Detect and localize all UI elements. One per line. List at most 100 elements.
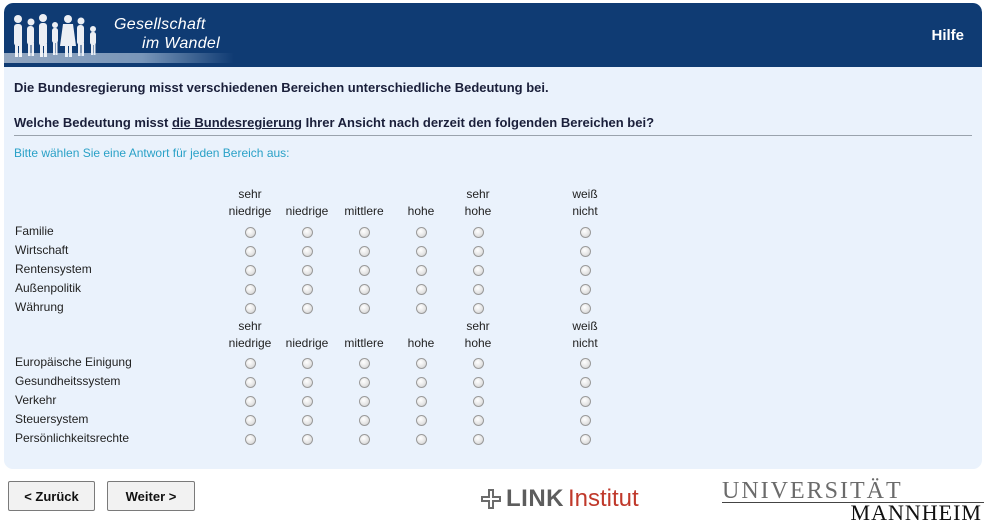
radio-a-2-1[interactable] (245, 246, 256, 257)
radio-a-1-2[interactable] (302, 227, 313, 238)
radio-b-2-1[interactable] (245, 377, 256, 388)
radio-b-4-2[interactable] (302, 415, 313, 426)
radio-b-1-5[interactable] (473, 358, 484, 369)
column-header-line2: nicht (572, 204, 598, 218)
radio-a-4-1[interactable] (245, 284, 256, 295)
column-header-5: sehr hohe (448, 186, 508, 220)
radio-b-2-5[interactable] (473, 377, 484, 388)
radio-b-2-2[interactable] (302, 377, 313, 388)
radio-b-1-1[interactable] (245, 358, 256, 369)
radio-a-4-2[interactable] (302, 284, 313, 295)
column-header-line2: hohe (464, 204, 492, 218)
radio-b-3-5[interactable] (473, 396, 484, 407)
radio-b-5-6[interactable] (580, 434, 591, 445)
column-header-line1 (391, 318, 451, 335)
radio-a-5-2[interactable] (302, 303, 313, 314)
row-label-a-4: Außenpolitik (15, 281, 82, 295)
row-label-b-2: Gesundheitssystem (15, 374, 121, 388)
radio-a-3-5[interactable] (473, 265, 484, 276)
radio-b-5-2[interactable] (302, 434, 313, 445)
radio-b-4-5[interactable] (473, 415, 484, 426)
column-header-line2: hohe (407, 336, 435, 350)
column-header-3: mittlere (334, 318, 394, 352)
radio-a-3-3[interactable] (359, 265, 370, 276)
radio-b-4-1[interactable] (245, 415, 256, 426)
radio-b-2-4[interactable] (416, 377, 427, 388)
radio-a-1-6[interactable] (580, 227, 591, 238)
radio-a-5-4[interactable] (416, 303, 427, 314)
column-header-4: hohe (391, 318, 451, 352)
column-header-line1: sehr (466, 187, 490, 201)
row-label-a-2: Wirtschaft (15, 243, 69, 257)
column-header-line2: mittlere (344, 336, 384, 350)
radio-b-4-3[interactable] (359, 415, 370, 426)
column-header-line2: niedrige (228, 336, 272, 350)
question-text: Welche Bedeutung misst die Bundesregieru… (14, 115, 654, 130)
intro-text: Die Bundesregierung misst verschiedenen … (14, 80, 549, 95)
question-part-before: Welche Bedeutung misst (14, 115, 172, 130)
radio-b-1-4[interactable] (416, 358, 427, 369)
radio-a-4-3[interactable] (359, 284, 370, 295)
link-institut-word: Institut (568, 485, 639, 512)
radio-a-2-2[interactable] (302, 246, 313, 257)
radio-a-4-6[interactable] (580, 284, 591, 295)
radio-a-3-4[interactable] (416, 265, 427, 276)
radio-a-4-4[interactable] (416, 284, 427, 295)
radio-a-1-1[interactable] (245, 227, 256, 238)
row-label-b-3: Verkehr (15, 393, 57, 407)
radio-b-4-4[interactable] (416, 415, 427, 426)
radio-a-5-1[interactable] (245, 303, 256, 314)
column-header-6: weiß nicht (555, 186, 615, 220)
radio-b-5-3[interactable] (359, 434, 370, 445)
next-button[interactable]: Weiter > (107, 481, 195, 511)
radio-a-3-2[interactable] (302, 265, 313, 276)
radio-a-5-3[interactable] (359, 303, 370, 314)
radio-a-5-6[interactable] (580, 303, 591, 314)
column-header-line1: weiß (572, 319, 598, 333)
column-header-6: weiß nicht (555, 318, 615, 352)
row-label-a-3: Rentensystem (15, 262, 92, 276)
column-header-line2: niedrige (285, 336, 329, 350)
radio-b-4-6[interactable] (580, 415, 591, 426)
column-header-line2: niedrige (228, 204, 272, 218)
row-label-b-5: Persönlichkeitsrechte (15, 431, 130, 445)
radio-b-3-4[interactable] (416, 396, 427, 407)
radio-a-2-4[interactable] (416, 246, 427, 257)
column-header-line1: weiß (572, 187, 598, 201)
column-header-line2: mittlere (344, 204, 384, 218)
radio-a-1-3[interactable] (359, 227, 370, 238)
row-label-a-1: Familie (15, 224, 54, 238)
radio-a-2-5[interactable] (473, 246, 484, 257)
radio-a-1-4[interactable] (416, 227, 427, 238)
radio-b-5-4[interactable] (416, 434, 427, 445)
radio-b-3-1[interactable] (245, 396, 256, 407)
radio-a-5-5[interactable] (473, 303, 484, 314)
row-label-b-4: Steuersystem (15, 412, 89, 426)
column-header-line1: sehr (466, 319, 490, 333)
radio-a-1-5[interactable] (473, 227, 484, 238)
survey-content: Die Bundesregierung misst verschiedenen … (14, 80, 972, 445)
radio-a-4-5[interactable] (473, 284, 484, 295)
column-header-2: niedrige (277, 318, 337, 352)
radio-b-3-2[interactable] (302, 396, 313, 407)
radio-b-2-3[interactable] (359, 377, 370, 388)
column-header-line2: niedrige (285, 204, 329, 218)
radio-b-1-2[interactable] (302, 358, 313, 369)
column-header-1: sehr niedrige (220, 318, 280, 352)
radio-b-5-1[interactable] (245, 434, 256, 445)
radio-b-2-6[interactable] (580, 377, 591, 388)
brand-title: Gesellschaft im Wandel (114, 15, 220, 53)
radio-b-3-6[interactable] (580, 396, 591, 407)
radio-b-5-5[interactable] (473, 434, 484, 445)
radio-a-3-1[interactable] (245, 265, 256, 276)
instruction-text: Bitte wählen Sie eine Antwort für jeden … (14, 146, 290, 160)
radio-b-1-3[interactable] (359, 358, 370, 369)
radio-b-1-6[interactable] (580, 358, 591, 369)
radio-a-3-6[interactable] (580, 265, 591, 276)
help-link[interactable]: Hilfe (931, 27, 964, 44)
back-button[interactable]: < Zurück (8, 481, 95, 511)
radio-a-2-3[interactable] (359, 246, 370, 257)
radio-a-2-6[interactable] (580, 246, 591, 257)
header-bar: Gesellschaft im Wandel Hilfe (4, 3, 982, 67)
radio-b-3-3[interactable] (359, 396, 370, 407)
